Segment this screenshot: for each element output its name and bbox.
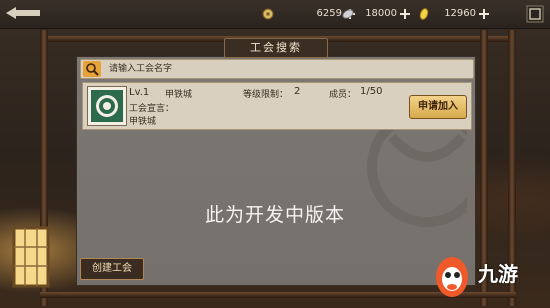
members-label: 成员：: [329, 90, 357, 100]
guild-name: 甲铁城: [165, 90, 193, 100]
resource-silver: 18000: [342, 7, 411, 21]
level-limit-label: 等级限制：: [243, 90, 289, 100]
members-value: 1/50: [360, 86, 383, 97]
guild-list-item[interactable]: Lv.1 甲铁城 等级限制： 2 成员： 1/50 工会宣言： 甲铁城 申请加入: [82, 82, 472, 130]
search-placeholder: 请输入工会名字: [109, 64, 173, 74]
lantern-icon: [12, 226, 50, 288]
search-input[interactable]: 请输入工会名字: [80, 59, 474, 79]
add-gold-icon[interactable]: [478, 8, 490, 20]
coin-icon: [262, 8, 274, 20]
guild-level: Lv.1: [129, 87, 150, 98]
declaration-label: 工会宣言：: [129, 104, 175, 114]
jiuyou-logo-text: 九游: [478, 262, 518, 286]
add-silver-icon[interactable]: [399, 8, 411, 20]
gold-bar-icon: [419, 8, 429, 20]
panel-title: 工会搜索: [224, 38, 328, 58]
level-limit-value: 2: [294, 86, 301, 97]
guild-emblem-icon: [87, 86, 127, 126]
declaration-text: 甲铁城: [129, 117, 157, 127]
search-icon[interactable]: [83, 61, 101, 77]
silver-value: 18000: [365, 8, 397, 19]
silver-icon: [342, 9, 354, 19]
resource-gold: 12960: [418, 7, 490, 21]
coins-value: 6259: [316, 8, 342, 19]
gold-value: 12960: [444, 8, 476, 19]
menu-icon[interactable]: [526, 5, 544, 23]
apply-join-button[interactable]: 申请加入: [409, 95, 467, 119]
dev-version-notice: 此为开发中版本: [204, 204, 345, 226]
create-guild-button[interactable]: 创建工会: [80, 258, 144, 280]
back-arrow-icon[interactable]: [6, 6, 46, 20]
top-bar: 6259 18000 12960: [0, 0, 550, 29]
